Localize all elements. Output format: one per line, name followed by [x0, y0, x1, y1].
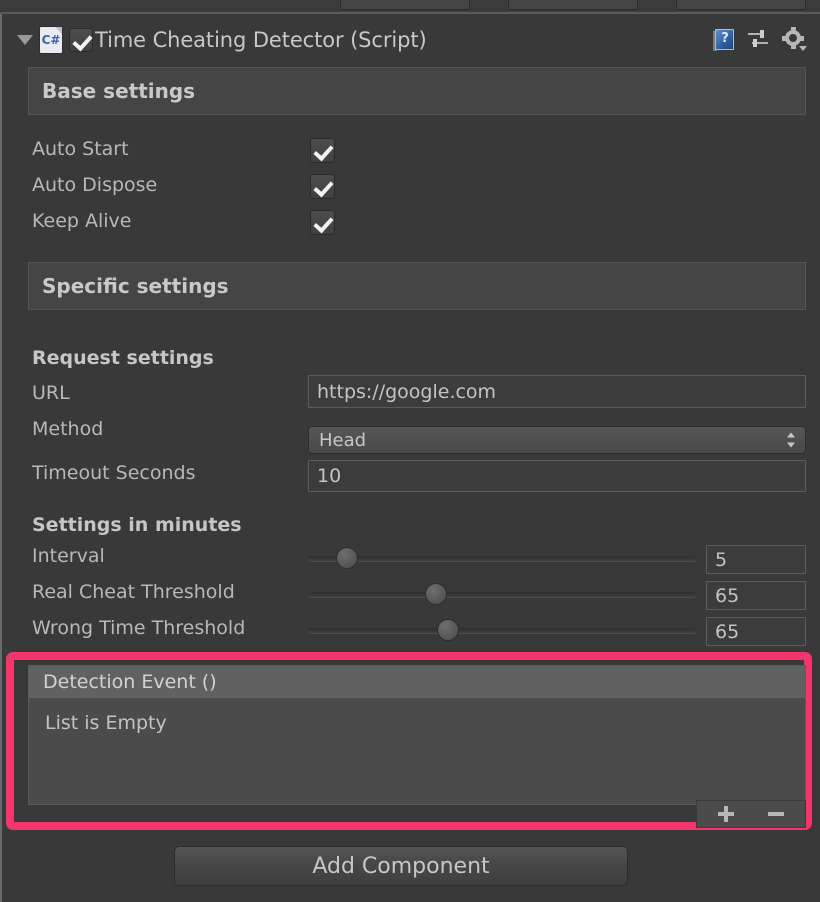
label-interval: Interval	[32, 545, 105, 567]
clipped-field-2	[508, 0, 638, 10]
slider-wrong-time-handle[interactable]	[436, 619, 459, 641]
inspector-panel: C# Time Cheating Detector (Script) ? Bas…	[0, 14, 820, 902]
detection-event-header[interactable]: Detection Event ()	[29, 666, 805, 698]
section-title-specific: Specific settings	[42, 274, 229, 298]
dropdown-method[interactable]: Head	[308, 426, 806, 454]
subheading-request-settings: Request settings	[32, 347, 214, 369]
dropdown-method-value: Head	[319, 429, 367, 451]
slider-real-cheat-track	[308, 592, 696, 597]
subheading-settings-minutes: Settings in minutes	[32, 514, 242, 536]
presets-icon[interactable]	[748, 30, 770, 50]
label-auto-dispose: Auto Dispose	[32, 174, 158, 196]
input-timeout-seconds[interactable]: 10	[308, 460, 806, 492]
component-title: Time Cheating Detector (Script)	[95, 28, 427, 52]
component-header: C# Time Cheating Detector (Script) ?	[6, 18, 814, 62]
label-timeout-seconds: Timeout Seconds	[32, 462, 196, 484]
csharp-script-icon: C#	[40, 27, 62, 53]
slider-interval[interactable]	[308, 547, 696, 569]
label-keep-alive: Keep Alive	[32, 210, 132, 232]
panel-left-edge	[0, 14, 2, 902]
help-icon-question-mark: ?	[721, 31, 729, 46]
detection-event-list-buttons	[696, 800, 806, 828]
presets-icon-knob-2	[753, 39, 757, 47]
slider-real-cheat-threshold[interactable]	[308, 583, 696, 605]
slider-wrong-time-threshold[interactable]	[308, 619, 696, 641]
detection-event-empty-text: List is Empty	[45, 712, 167, 734]
checkbox-auto-dispose[interactable]	[310, 174, 335, 199]
gear-icon[interactable]	[782, 27, 807, 52]
gear-icon-tooth-e	[799, 36, 804, 41]
presets-icon-knob-1	[760, 30, 764, 38]
chevron-up	[787, 432, 795, 438]
slider-real-cheat-handle[interactable]	[425, 583, 448, 605]
clipped-fields-strip	[0, 0, 820, 12]
chevron-updown-icon	[787, 432, 796, 449]
component-header-icons: ?	[713, 27, 807, 52]
input-url[interactable]: https://google.com	[308, 375, 806, 408]
checkbox-keep-alive[interactable]	[310, 210, 335, 235]
label-wrong-time-threshold: Wrong Time Threshold	[32, 617, 246, 639]
label-real-cheat-threshold: Real Cheat Threshold	[32, 581, 235, 603]
label-auto-start: Auto Start	[32, 138, 129, 160]
input-interval-value[interactable]: 5	[706, 545, 806, 574]
slider-interval-handle[interactable]	[335, 547, 358, 569]
minus-icon	[768, 812, 784, 816]
checkbox-auto-start[interactable]	[310, 138, 335, 163]
triangle-down-icon	[17, 35, 33, 45]
add-component-button[interactable]: Add Component	[174, 846, 628, 886]
gear-icon-caret	[799, 46, 807, 51]
remove-listener-button[interactable]	[766, 804, 786, 824]
component-enabled-checkbox[interactable]	[69, 28, 93, 52]
gear-icon-tooth-n	[791, 27, 796, 32]
input-wrong-time-threshold-value[interactable]: 65	[706, 617, 806, 646]
section-title-base: Base settings	[42, 79, 196, 103]
section-header-specific: Specific settings	[28, 262, 806, 310]
section-header-base: Base settings	[28, 67, 806, 115]
label-method: Method	[32, 418, 104, 440]
clipped-field-1	[340, 0, 470, 10]
slider-interval-track	[308, 556, 696, 561]
plus-icon-v	[724, 806, 728, 822]
label-url: URL	[32, 382, 70, 404]
gear-icon-tooth-s	[791, 44, 796, 49]
help-icon[interactable]: ?	[713, 28, 736, 52]
input-real-cheat-threshold-value[interactable]: 65	[706, 581, 806, 610]
foldout-toggle-icon[interactable]	[14, 29, 36, 51]
clipped-field-3	[676, 0, 806, 10]
chevron-down	[787, 442, 795, 448]
slider-wrong-time-track	[308, 628, 696, 633]
csharp-label: C#	[41, 33, 61, 47]
add-listener-button[interactable]	[716, 804, 736, 824]
gear-icon-tooth-w	[782, 36, 787, 41]
